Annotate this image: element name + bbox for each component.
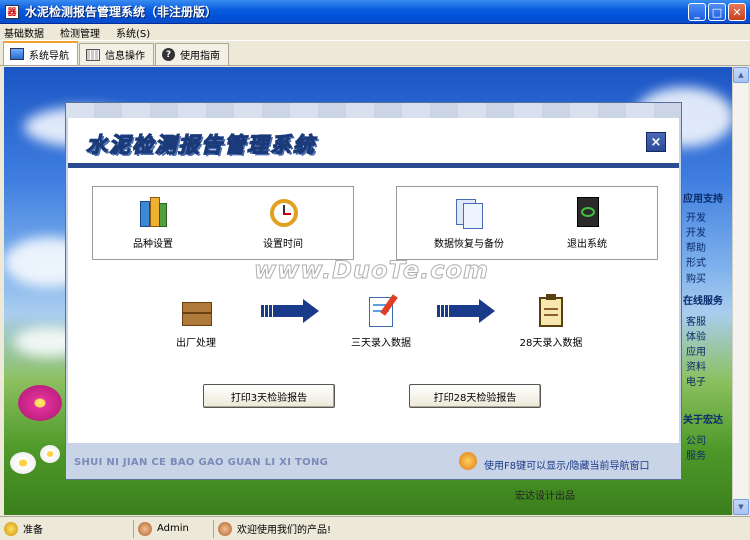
documents-icon [452, 195, 486, 229]
side-link[interactable]: 公司 [686, 432, 706, 447]
watermark: www.DuoTe.com [254, 256, 489, 285]
side-link[interactable]: 资料 [686, 358, 706, 373]
variety-settings-button[interactable]: 品种设置 [113, 195, 193, 250]
twenty-eight-day-entry-label: 28天录入数据 [519, 338, 583, 349]
factory-processing-label: 出厂处理 [176, 338, 216, 349]
three-day-entry-label: 三天录入数据 [351, 338, 411, 349]
arrow-right-icon [261, 299, 321, 323]
variety-settings-label: 品种设置 [133, 239, 173, 250]
status-bar: 准备 Admin 欢迎使用我们的产品! [0, 516, 750, 540]
tab-label: 系统导航 [29, 50, 69, 62]
maximize-button[interactable]: □ [708, 3, 726, 21]
boxes-icon [179, 294, 213, 328]
menu-test-management[interactable]: 检测管理 [60, 25, 100, 40]
set-time-label: 设置时间 [263, 239, 303, 250]
exit-system-button[interactable]: 退出系统 [547, 195, 627, 250]
window-controls: _ □ ✕ [688, 3, 746, 21]
window-title: 水泥检测报告管理系统（非注册版） [25, 5, 218, 19]
flower-image [18, 385, 62, 421]
status-welcome-pane: 欢迎使用我们的产品! [214, 520, 514, 538]
close-window-button[interactable]: ✕ [728, 3, 746, 21]
books-icon [136, 195, 170, 229]
dialog-top-stripe [66, 103, 681, 118]
menu-system[interactable]: 系统(S) [116, 25, 150, 40]
dialog-footer: SHUI NI JIAN CE BAO GAO GUAN LI XI TONG … [66, 445, 681, 479]
status-ready: 准备 [23, 525, 43, 536]
side-link[interactable]: 体验 [686, 328, 706, 343]
user-icon [138, 521, 152, 536]
monitor-icon [10, 48, 24, 60]
user-icon [218, 521, 232, 536]
navigation-dialog: 水泥检测报告管理系统 × 品种设置 设置时间 数据恢复与备份 退出系统 出厂处理… [65, 102, 682, 480]
tab-label: 使用指南 [180, 51, 220, 62]
lightbulb-icon [459, 452, 477, 470]
tab-system-nav[interactable]: 系统导航 [3, 41, 78, 65]
side-link[interactable]: 开发 [686, 224, 706, 239]
banner-divider [68, 163, 679, 168]
tab-label: 信息操作 [105, 51, 145, 62]
status-user: Admin [157, 523, 189, 534]
vertical-scrollbar[interactable]: ▲ ▼ [732, 67, 749, 515]
data-backup-button[interactable]: 数据恢复与备份 [419, 195, 519, 250]
exit-system-label: 退出系统 [567, 239, 607, 250]
exit-icon [570, 195, 604, 229]
print-28day-report-button[interactable]: 打印28天检验报告 [409, 384, 541, 408]
tab-bar: 系统导航 信息操作 ? 使用指南 [0, 40, 750, 66]
app-icon: 器 [5, 4, 19, 19]
side-link[interactable]: 购买 [686, 270, 706, 285]
three-day-entry-button[interactable]: 三天录入数据 [336, 294, 426, 349]
twenty-eight-day-entry-button[interactable]: 28天录入数据 [506, 294, 596, 349]
notepad-icon [364, 294, 398, 328]
side-link[interactable]: 帮助 [686, 239, 706, 254]
pinyin-caption: SHUI NI JIAN CE BAO GAO GUAN LI XI TONG [74, 457, 329, 468]
scroll-down-icon[interactable]: ▼ [733, 499, 749, 515]
help-icon: ? [162, 48, 175, 61]
side-link[interactable]: 电子 [686, 373, 706, 388]
status-ready-pane: 准备 [0, 519, 134, 538]
print-3day-report-button[interactable]: 打印3天检验报告 [203, 384, 335, 408]
side-heading: 关于宏达 [683, 415, 723, 426]
grid-icon [86, 48, 100, 61]
settings-group: 品种设置 设置时间 [92, 186, 354, 260]
status-welcome: 欢迎使用我们的产品! [237, 525, 332, 536]
set-time-button[interactable]: 设置时间 [243, 195, 323, 250]
status-user-pane: Admin [134, 519, 214, 538]
lightbulb-icon [4, 521, 18, 536]
minimize-button[interactable]: _ [688, 3, 706, 21]
menu-bar: 基础数据 检测管理 系统(S) [0, 24, 750, 40]
clipboard-icon [534, 294, 568, 328]
side-heading: 应用支持 [683, 194, 723, 205]
dialog-close-button[interactable]: × [646, 132, 666, 152]
banner-title: 水泥检测报告管理系统 [85, 131, 316, 157]
side-link[interactable]: 应用 [686, 343, 706, 358]
tab-user-guide[interactable]: ? 使用指南 [155, 43, 229, 65]
side-link[interactable]: 服务 [686, 447, 706, 462]
scroll-up-icon[interactable]: ▲ [733, 67, 749, 83]
flower-image [10, 452, 36, 474]
title-bar: 器 水泥检测报告管理系统（非注册版） _ □ ✕ [0, 0, 750, 24]
data-backup-label: 数据恢复与备份 [434, 239, 504, 250]
side-link[interactable]: 形式 [686, 254, 706, 269]
system-group: 数据恢复与备份 退出系统 [396, 186, 658, 260]
alarm-clock-icon [266, 195, 300, 229]
side-link[interactable]: 开发 [686, 209, 706, 224]
bottom-note: 宏达设计出品 [515, 491, 575, 502]
factory-processing-button[interactable]: 出厂处理 [156, 294, 236, 349]
side-link[interactable]: 客服 [686, 313, 706, 328]
side-heading: 在线服务 [683, 296, 723, 307]
tab-info-operation[interactable]: 信息操作 [79, 43, 154, 65]
flower-image [40, 445, 60, 463]
f8-hint: 使用F8键可以显示/隐藏当前导航窗口 [484, 461, 650, 472]
arrow-right-icon [437, 299, 497, 323]
menu-basic-data[interactable]: 基础数据 [4, 25, 44, 40]
